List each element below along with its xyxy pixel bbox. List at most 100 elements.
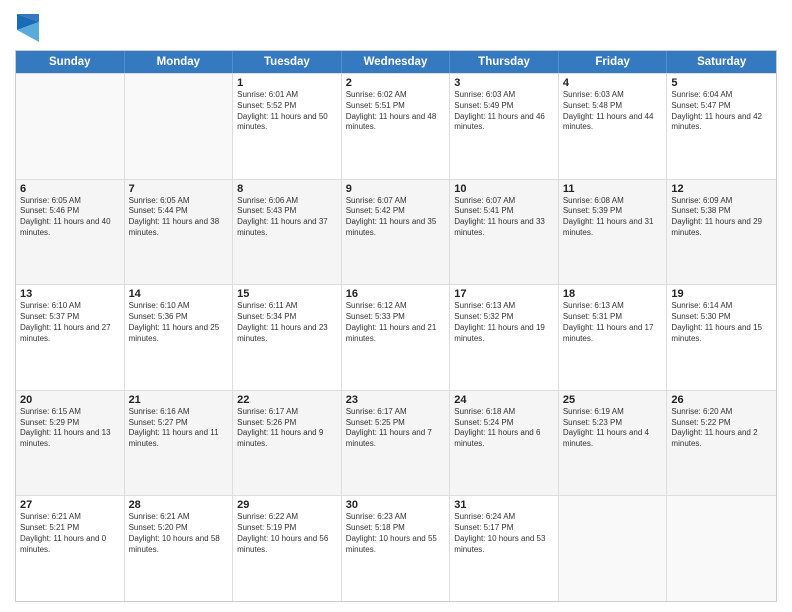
calendar-cell-4-3: 22Sunrise: 6:17 AM Sunset: 5:26 PM Dayli… [233,391,342,496]
cell-info: Sunrise: 6:12 AM Sunset: 5:33 PM Dayligh… [346,301,446,344]
cell-info: Sunrise: 6:07 AM Sunset: 5:41 PM Dayligh… [454,196,554,239]
day-number: 1 [237,77,337,89]
cell-info: Sunrise: 6:05 AM Sunset: 5:46 PM Dayligh… [20,196,120,239]
header [15,10,777,42]
calendar-cell-3-1: 13Sunrise: 6:10 AM Sunset: 5:37 PM Dayli… [16,285,125,390]
cell-info: Sunrise: 6:18 AM Sunset: 5:24 PM Dayligh… [454,407,554,450]
calendar-cell-1-3: 1Sunrise: 6:01 AM Sunset: 5:52 PM Daylig… [233,74,342,179]
page: SundayMondayTuesdayWednesdayThursdayFrid… [0,0,792,612]
weekday-header-wednesday: Wednesday [342,51,451,73]
day-number: 6 [20,183,120,195]
calendar-cell-3-5: 17Sunrise: 6:13 AM Sunset: 5:32 PM Dayli… [450,285,559,390]
cell-info: Sunrise: 6:20 AM Sunset: 5:22 PM Dayligh… [671,407,772,450]
day-number: 11 [563,183,663,195]
day-number: 5 [671,77,772,89]
day-number: 30 [346,499,446,511]
calendar-cell-4-6: 25Sunrise: 6:19 AM Sunset: 5:23 PM Dayli… [559,391,668,496]
cell-info: Sunrise: 6:16 AM Sunset: 5:27 PM Dayligh… [129,407,229,450]
day-number: 17 [454,288,554,300]
day-number: 16 [346,288,446,300]
cell-info: Sunrise: 6:17 AM Sunset: 5:26 PM Dayligh… [237,407,337,450]
weekday-header-monday: Monday [125,51,234,73]
day-number: 9 [346,183,446,195]
cell-info: Sunrise: 6:21 AM Sunset: 5:21 PM Dayligh… [20,512,120,555]
calendar-body: 1Sunrise: 6:01 AM Sunset: 5:52 PM Daylig… [16,73,776,601]
weekday-header-tuesday: Tuesday [233,51,342,73]
calendar-cell-1-6: 4Sunrise: 6:03 AM Sunset: 5:48 PM Daylig… [559,74,668,179]
day-number: 21 [129,394,229,406]
calendar-cell-5-4: 30Sunrise: 6:23 AM Sunset: 5:18 PM Dayli… [342,496,451,601]
cell-info: Sunrise: 6:14 AM Sunset: 5:30 PM Dayligh… [671,301,772,344]
calendar-cell-2-3: 8Sunrise: 6:06 AM Sunset: 5:43 PM Daylig… [233,180,342,285]
cell-info: Sunrise: 6:13 AM Sunset: 5:31 PM Dayligh… [563,301,663,344]
day-number: 4 [563,77,663,89]
calendar-cell-5-5: 31Sunrise: 6:24 AM Sunset: 5:17 PM Dayli… [450,496,559,601]
weekday-header-sunday: Sunday [16,51,125,73]
day-number: 19 [671,288,772,300]
day-number: 28 [129,499,229,511]
calendar-cell-4-5: 24Sunrise: 6:18 AM Sunset: 5:24 PM Dayli… [450,391,559,496]
calendar-row-4: 20Sunrise: 6:15 AM Sunset: 5:29 PM Dayli… [16,390,776,496]
cell-info: Sunrise: 6:03 AM Sunset: 5:48 PM Dayligh… [563,90,663,133]
cell-info: Sunrise: 6:03 AM Sunset: 5:49 PM Dayligh… [454,90,554,133]
day-number: 25 [563,394,663,406]
day-number: 22 [237,394,337,406]
calendar-row-2: 6Sunrise: 6:05 AM Sunset: 5:46 PM Daylig… [16,179,776,285]
calendar-cell-1-1 [16,74,125,179]
cell-info: Sunrise: 6:07 AM Sunset: 5:42 PM Dayligh… [346,196,446,239]
calendar-cell-4-2: 21Sunrise: 6:16 AM Sunset: 5:27 PM Dayli… [125,391,234,496]
day-number: 26 [671,394,772,406]
cell-info: Sunrise: 6:17 AM Sunset: 5:25 PM Dayligh… [346,407,446,450]
calendar-cell-5-2: 28Sunrise: 6:21 AM Sunset: 5:20 PM Dayli… [125,496,234,601]
calendar-cell-4-1: 20Sunrise: 6:15 AM Sunset: 5:29 PM Dayli… [16,391,125,496]
calendar-cell-5-1: 27Sunrise: 6:21 AM Sunset: 5:21 PM Dayli… [16,496,125,601]
cell-info: Sunrise: 6:21 AM Sunset: 5:20 PM Dayligh… [129,512,229,555]
day-number: 31 [454,499,554,511]
day-number: 2 [346,77,446,89]
cell-info: Sunrise: 6:13 AM Sunset: 5:32 PM Dayligh… [454,301,554,344]
cell-info: Sunrise: 6:23 AM Sunset: 5:18 PM Dayligh… [346,512,446,555]
calendar-cell-5-3: 29Sunrise: 6:22 AM Sunset: 5:19 PM Dayli… [233,496,342,601]
weekday-header-thursday: Thursday [450,51,559,73]
calendar-cell-2-5: 10Sunrise: 6:07 AM Sunset: 5:41 PM Dayli… [450,180,559,285]
calendar-cell-1-7: 5Sunrise: 6:04 AM Sunset: 5:47 PM Daylig… [667,74,776,179]
calendar-cell-1-5: 3Sunrise: 6:03 AM Sunset: 5:49 PM Daylig… [450,74,559,179]
day-number: 10 [454,183,554,195]
calendar-cell-2-7: 12Sunrise: 6:09 AM Sunset: 5:38 PM Dayli… [667,180,776,285]
calendar-cell-4-7: 26Sunrise: 6:20 AM Sunset: 5:22 PM Dayli… [667,391,776,496]
day-number: 12 [671,183,772,195]
calendar-cell-3-7: 19Sunrise: 6:14 AM Sunset: 5:30 PM Dayli… [667,285,776,390]
cell-info: Sunrise: 6:06 AM Sunset: 5:43 PM Dayligh… [237,196,337,239]
day-number: 24 [454,394,554,406]
cell-info: Sunrise: 6:22 AM Sunset: 5:19 PM Dayligh… [237,512,337,555]
calendar-cell-3-2: 14Sunrise: 6:10 AM Sunset: 5:36 PM Dayli… [125,285,234,390]
calendar-cell-3-4: 16Sunrise: 6:12 AM Sunset: 5:33 PM Dayli… [342,285,451,390]
cell-info: Sunrise: 6:10 AM Sunset: 5:36 PM Dayligh… [129,301,229,344]
day-number: 29 [237,499,337,511]
calendar-header: SundayMondayTuesdayWednesdayThursdayFrid… [16,51,776,73]
day-number: 20 [20,394,120,406]
calendar-cell-5-6 [559,496,668,601]
day-number: 18 [563,288,663,300]
cell-info: Sunrise: 6:09 AM Sunset: 5:38 PM Dayligh… [671,196,772,239]
calendar-cell-5-7 [667,496,776,601]
calendar-cell-4-4: 23Sunrise: 6:17 AM Sunset: 5:25 PM Dayli… [342,391,451,496]
day-number: 3 [454,77,554,89]
day-number: 7 [129,183,229,195]
calendar-row-1: 1Sunrise: 6:01 AM Sunset: 5:52 PM Daylig… [16,73,776,179]
calendar-cell-3-3: 15Sunrise: 6:11 AM Sunset: 5:34 PM Dayli… [233,285,342,390]
cell-info: Sunrise: 6:15 AM Sunset: 5:29 PM Dayligh… [20,407,120,450]
calendar: SundayMondayTuesdayWednesdayThursdayFrid… [15,50,777,602]
cell-info: Sunrise: 6:24 AM Sunset: 5:17 PM Dayligh… [454,512,554,555]
day-number: 15 [237,288,337,300]
day-number: 27 [20,499,120,511]
calendar-cell-1-2 [125,74,234,179]
calendar-cell-2-1: 6Sunrise: 6:05 AM Sunset: 5:46 PM Daylig… [16,180,125,285]
logo-icon [17,14,39,42]
cell-info: Sunrise: 6:08 AM Sunset: 5:39 PM Dayligh… [563,196,663,239]
calendar-cell-1-4: 2Sunrise: 6:02 AM Sunset: 5:51 PM Daylig… [342,74,451,179]
cell-info: Sunrise: 6:11 AM Sunset: 5:34 PM Dayligh… [237,301,337,344]
weekday-header-saturday: Saturday [667,51,776,73]
day-number: 23 [346,394,446,406]
cell-info: Sunrise: 6:10 AM Sunset: 5:37 PM Dayligh… [20,301,120,344]
